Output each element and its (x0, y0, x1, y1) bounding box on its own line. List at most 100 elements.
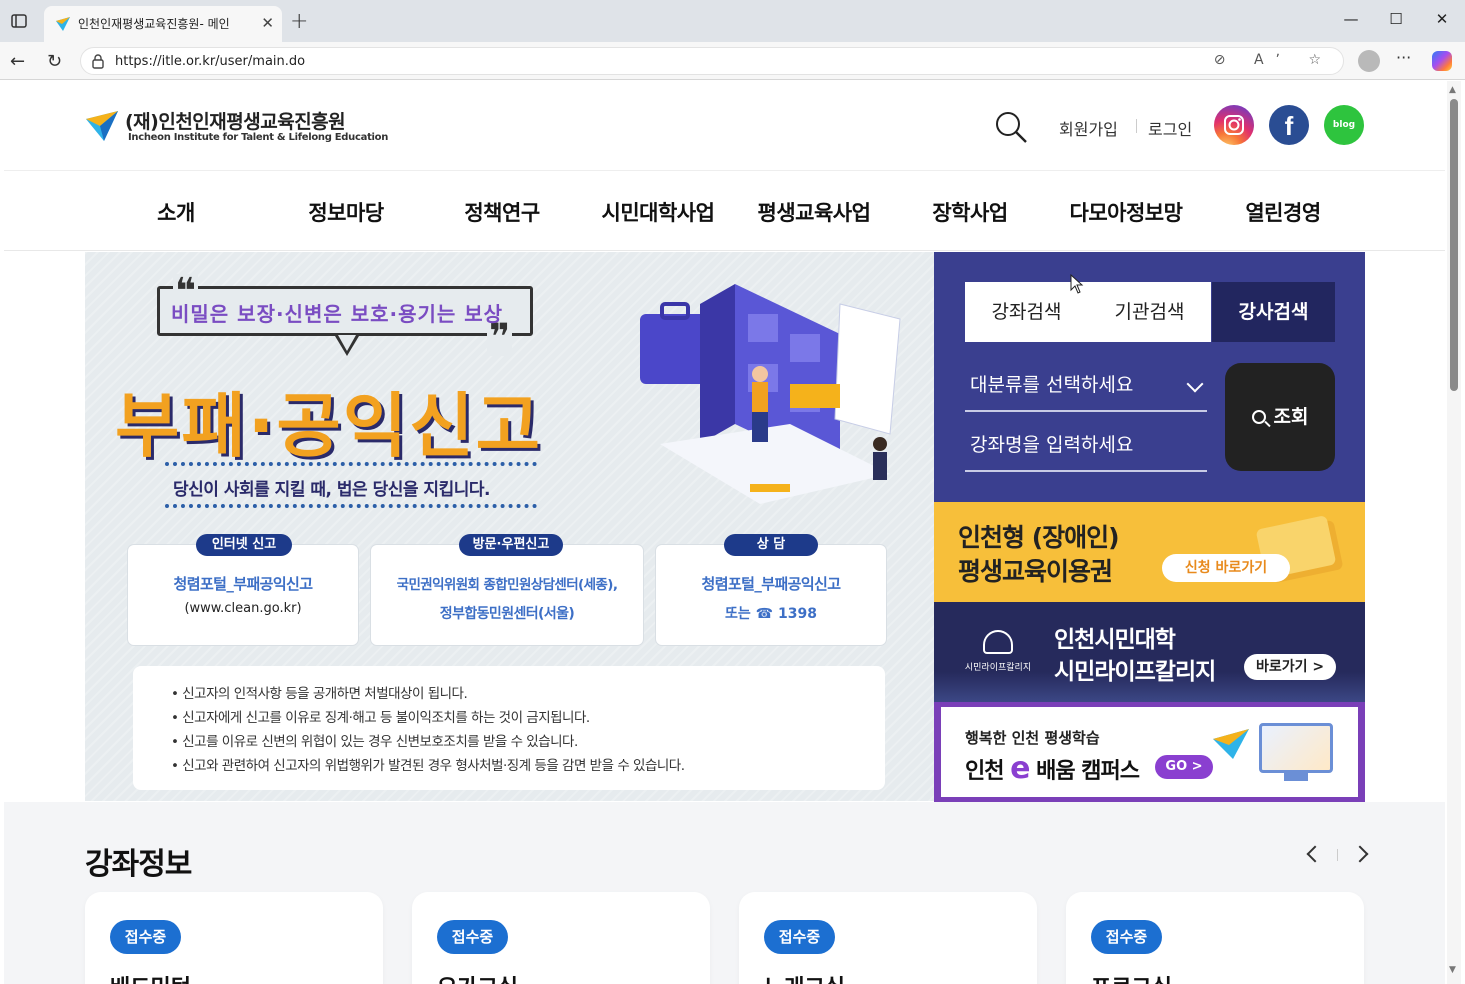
url-field[interactable]: https://itle.or.kr/user/main.do ⊘ Aʼ ☆ (80, 47, 1344, 75)
minimize-button[interactable]: — (1336, 10, 1366, 28)
main-banner[interactable]: ❝ ❞ 비밀은 보장·신변은 보호·용기는 보상 부패·공익신고 당신이 사회를… (85, 252, 934, 801)
search-submit-button[interactable]: 조회 (1225, 363, 1335, 471)
card-line2: 또는 ☎ 1398 (725, 606, 817, 622)
lecture-name: 프로그실 (1091, 970, 1172, 984)
logo-icon[interactable] (84, 107, 120, 143)
notice-line: • 신고자에게 신고를 이유로 징계·해고 등 불이익조치를 하는 것이 금지됩… (171, 710, 590, 726)
report-card-consult[interactable]: 상 담 청렴포털_부패공익신고 또는 ☎ 1398 (656, 534, 886, 645)
scroll-thumb[interactable] (1450, 99, 1458, 391)
go-shortcut-button[interactable]: 바로가기 > (1244, 654, 1336, 680)
address-bar-icons[interactable]: ⊘ Aʼ ☆ (1214, 52, 1333, 68)
lecture-name-input[interactable]: 강좌명을 입력하세요 (965, 430, 1207, 472)
card-line2: 정부합동민원센터(서울) (439, 606, 575, 622)
promo2-line1: 인천시민대학 (1054, 627, 1176, 653)
panel-icon[interactable] (10, 12, 28, 30)
notice-line: • 신고자의 인적사항 등을 공개하면 처벌대상이 됩니다. (171, 686, 468, 702)
tab-instructor-search[interactable]: 강사검색 (1212, 282, 1335, 342)
chevron-left-icon[interactable] (1306, 845, 1324, 863)
lecture-card[interactable]: 접수중 요가교실 (412, 892, 710, 984)
search-icon[interactable] (993, 109, 1029, 145)
promo1-line2: 평생교육이용권 (958, 557, 1113, 586)
card-tag: 상 담 (724, 534, 818, 556)
blog-icon[interactable]: blog (1324, 105, 1364, 145)
tab-close-icon[interactable]: ✕ (261, 14, 274, 32)
nav-item-info[interactable]: 정보마당 (268, 197, 424, 227)
search-submit-label: 조회 (1273, 406, 1309, 428)
section-title: 강좌정보 (85, 847, 192, 882)
new-tab-button[interactable]: + (290, 9, 308, 34)
copilot-icon[interactable] (1432, 51, 1452, 71)
category-select-value: 대분류를 선택하세요 (970, 374, 1134, 396)
facebook-icon[interactable]: f (1269, 105, 1309, 145)
login-link[interactable]: 로그인 (1148, 116, 1192, 140)
lecture-info-section: 강좌정보 접수중 배드민턴 접수중 요가교실 접수중 노래교실 접수중 프로그실 (4, 802, 1445, 984)
lock-icon[interactable] (91, 53, 105, 69)
promo-disabled-voucher[interactable]: 인천형 (장애인) 평생교육이용권 신청 바로가기 (934, 502, 1365, 602)
chevron-down-icon (1186, 375, 1204, 393)
notice-line: • 신고를 이유로 신변의 위협이 있는 경우 신변보호조치를 받을 수 있습니… (171, 734, 578, 750)
nav-item-about[interactable]: 소개 (98, 197, 254, 227)
card-line2: (www.clean.go.kr) (184, 601, 302, 616)
report-card-visit[interactable]: 방문·우편신고 국민권익위원회 종합민원상담센터(세종), 정부합동민원센터(서… (371, 534, 643, 645)
signup-link[interactable]: 회원가입 (1059, 116, 1118, 140)
logo-title[interactable]: (재)인천인재평생교육진흥원 (125, 107, 346, 134)
maximize-button[interactable]: ☐ (1381, 10, 1411, 28)
apply-shortcut-button[interactable]: 신청 바로가기 (1162, 554, 1290, 582)
notice-line: • 신고와 관련하여 신고자의 위법행위가 발견된 경우 형사처벌·징계 등을 … (171, 758, 685, 774)
go-button[interactable]: GO > (1155, 755, 1213, 779)
profile-avatar[interactable] (1358, 50, 1380, 72)
scroll-up-icon[interactable]: ▲ (1449, 85, 1456, 95)
cabinet-illustration (640, 284, 901, 504)
reload-icon[interactable]: ↻ (47, 51, 62, 72)
back-icon[interactable]: ← (10, 51, 25, 72)
browser-tabbar: 인천인재평생교육진흥원- 메인 ✕ + — ☐ ✕ (0, 0, 1465, 42)
report-card-internet[interactable]: 인터넷 신고 청렴포털_부패공익신고 (www.clean.go.kr) (128, 534, 358, 645)
card-tag: 인터넷 신고 (196, 534, 292, 556)
logo-subtitle[interactable]: Incheon Institute for Talent & Lifelong … (128, 132, 388, 143)
lecture-card[interactable]: 접수중 노래교실 (739, 892, 1037, 984)
page-scrollbar[interactable]: ▲ ▼ (1447, 81, 1461, 984)
banner-slogan: 당신이 사회를 지킬 때, 법은 당신을 지킵니다. (173, 480, 490, 500)
mouse-cursor-icon (1070, 274, 1084, 294)
status-badge: 접수중 (110, 920, 181, 954)
instagram-glyph (1224, 115, 1244, 135)
promo3-inner: 행복한 인천 평생학습 인천 e 배움 캠퍼스 GO > (941, 707, 1358, 797)
lecture-search-panel: 강좌검색 기관검색 강사검색 대분류를 선택하세요 강좌명을 입력하세요 조회 (934, 252, 1365, 502)
nav-item-lifelong[interactable]: 평생교육사업 (736, 197, 892, 227)
category-select[interactable]: 대분류를 선택하세요 (965, 370, 1207, 412)
lecture-card[interactable]: 접수중 배드민턴 (85, 892, 383, 984)
scroll-down-icon[interactable]: ▼ (1449, 965, 1456, 975)
card-line1: 국민권익위원회 종합민원상담센터(세종), (396, 577, 618, 593)
site-header: (재)인천인재평생교육진흥원 Incheon Institute for Tal… (4, 81, 1445, 171)
promo3-post: 배움 캠퍼스 (1029, 759, 1140, 784)
banner-title: 부패·공익신고 (115, 385, 542, 467)
college-emblem-icon (983, 630, 1013, 654)
promo2-line2: 시민라이프칼리지 (1054, 659, 1216, 685)
promo-citizen-college[interactable]: 시민라이프칼리지 인천시민대학 시민라이프칼리지 바로가기 > (934, 602, 1365, 702)
lecture-card[interactable]: 접수중 프로그실 (1066, 892, 1364, 984)
nav-item-citizen-college[interactable]: 시민대학사업 (580, 197, 736, 227)
nav-item-policy[interactable]: 정책연구 (424, 197, 580, 227)
promo3-pre: 인천 (965, 759, 1011, 784)
notice-box: • 신고자의 인적사항 등을 공개하면 처벌대상이 됩니다. • 신고자에게 신… (133, 666, 885, 790)
card-line1: 청렴포털_부패공익신고 (173, 575, 314, 593)
header-divider (1136, 119, 1137, 133)
logo-icon (1213, 729, 1249, 759)
chevron-right-icon[interactable] (1351, 845, 1369, 863)
favicon-icon (56, 17, 70, 31)
instagram-icon[interactable] (1214, 105, 1254, 145)
address-bar: ← ↻ https://itle.or.kr/user/main.do ⊘ Aʼ… (0, 42, 1465, 80)
monitor-illustration (1259, 723, 1333, 773)
window-close-button[interactable]: ✕ (1427, 10, 1457, 28)
nav-item-scholarship[interactable]: 장학사업 (892, 197, 1048, 227)
nav-item-open-management[interactable]: 열린경영 (1205, 197, 1361, 227)
browser-tab[interactable]: 인천인재평생교육진흥원- 메인 ✕ (44, 6, 282, 42)
nav-item-damoa[interactable]: 다모아정보망 (1048, 197, 1204, 227)
lecture-name: 배드민턴 (110, 970, 191, 984)
promo-e-campus[interactable]: 행복한 인천 평생학습 인천 e 배움 캠퍼스 GO > (934, 702, 1365, 802)
status-badge: 접수중 (764, 920, 835, 954)
more-menu-icon[interactable]: ··· (1396, 48, 1411, 67)
url-text: https://itle.or.kr/user/main.do (115, 54, 306, 69)
lecture-name-placeholder: 강좌명을 입력하세요 (970, 434, 1134, 456)
tab-institution-search[interactable]: 기관검색 (1088, 282, 1211, 342)
